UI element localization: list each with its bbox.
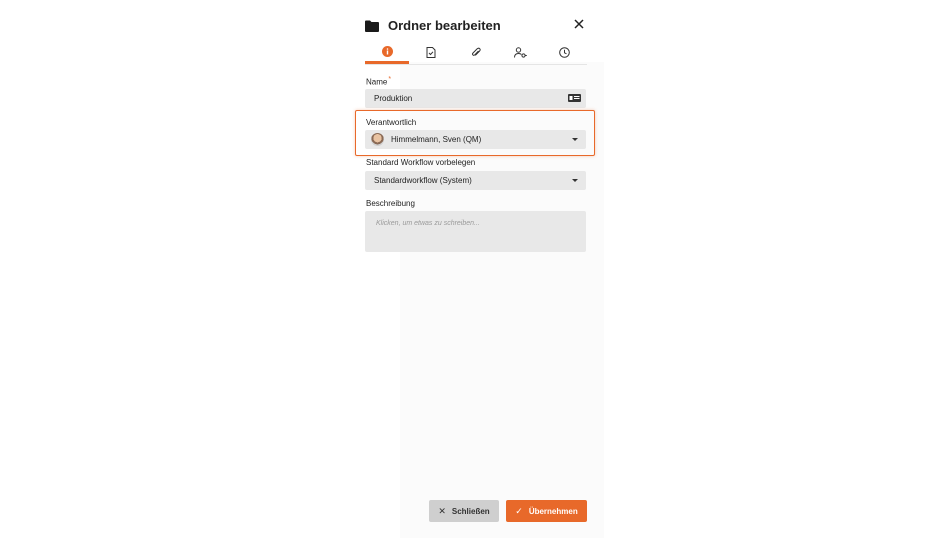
responsible-value: Himmelmann, Sven (QM) — [391, 135, 482, 144]
close-button-label: Schließen — [451, 506, 490, 516]
apply-button[interactable]: ✓ Übernehmen — [506, 500, 587, 522]
workflow-label: Standard Workflow vorbelegen — [366, 158, 476, 167]
info-icon — [381, 44, 393, 62]
name-input[interactable]: Produktion — [365, 89, 586, 108]
description-label: Beschreibung — [366, 199, 415, 208]
tab-permissions[interactable] — [498, 44, 542, 63]
folder-icon — [365, 19, 379, 32]
workflow-value: Standardworkflow (System) — [374, 176, 472, 185]
tab-info[interactable] — [365, 44, 409, 64]
name-value: Produktion — [374, 94, 413, 103]
tab-history[interactable] — [542, 44, 586, 63]
chevron-down-icon — [572, 138, 578, 141]
responsible-select[interactable]: Himmelmann, Sven (QM) — [365, 130, 586, 149]
name-label: Name* — [366, 76, 392, 87]
paperclip-icon — [471, 45, 481, 63]
document-check-icon — [426, 45, 436, 63]
avatar — [371, 133, 384, 146]
description-textarea[interactable]: Klicken, um etwas zu schreiben... — [365, 211, 586, 252]
close-icon: ✕ — [438, 505, 446, 516]
chevron-down-icon — [572, 179, 578, 182]
close-icon[interactable] — [570, 15, 588, 33]
tab-attachments[interactable] — [454, 44, 498, 63]
check-icon: ✓ — [515, 505, 523, 516]
tab-bar — [365, 44, 587, 65]
apply-button-label: Übernehmen — [528, 506, 578, 516]
close-button[interactable]: ✕ Schließen — [429, 500, 499, 522]
workflow-select[interactable]: Standardworkflow (System) — [365, 171, 586, 190]
clock-icon — [558, 45, 570, 63]
dialog-header: Ordner bearbeiten — [365, 14, 590, 36]
dialog-title: Ordner bearbeiten — [388, 17, 501, 33]
tab-document[interactable] — [409, 44, 453, 63]
user-key-icon — [513, 45, 527, 63]
responsible-label: Verantwortlich — [366, 118, 417, 127]
id-card-icon[interactable] — [568, 94, 581, 102]
